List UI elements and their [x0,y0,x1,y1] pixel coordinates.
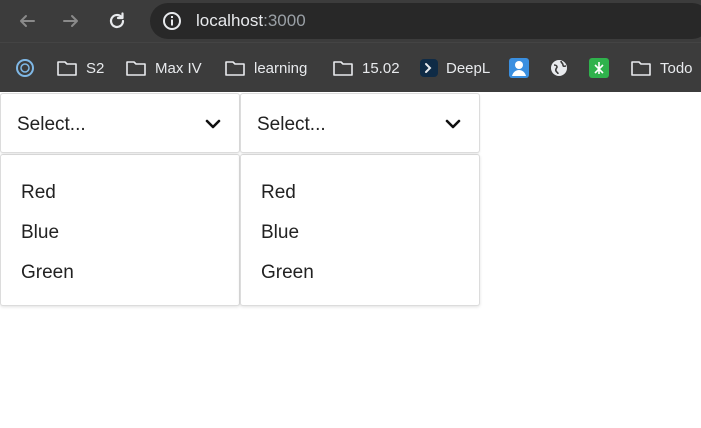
green-app-icon [588,57,610,79]
bookmark-todo[interactable]: Todo [630,56,693,80]
select-menu-2: Red Blue Green [240,154,480,306]
reload-icon [109,12,125,29]
folder-icon [56,57,78,79]
option-blue[interactable]: Blue [241,213,479,253]
reload-button[interactable] [104,8,130,34]
globe-icon [548,57,570,79]
select-control-1[interactable]: Select... [0,93,240,153]
bookmark-label: DeepL [446,59,491,77]
back-button[interactable] [14,8,40,34]
bookmark-s2[interactable]: S2 [56,56,104,80]
select-control-2[interactable]: Select... [240,93,480,153]
bookmark-max-iv[interactable]: Max IV [125,56,202,80]
url-port: :3000 [263,11,306,30]
browser-toolbar: localhost:3000 [0,0,701,42]
bookmark-label: learning [254,59,308,77]
option-red[interactable]: Red [241,173,479,213]
bookmark-label: S2 [86,59,105,77]
url-host: localhost [196,11,264,30]
deepl-icon [418,57,440,79]
chevron-down-icon[interactable] [205,116,221,132]
bookmark-green-app[interactable] [588,56,618,80]
option-green[interactable]: Green [1,253,239,293]
forward-arrow-icon [63,15,78,27]
folder-icon [630,57,652,79]
bookmark-globe[interactable] [548,56,578,80]
folder-icon [125,57,147,79]
select-container-1: Select... Red Blue Green [0,93,240,306]
chevron-down-icon[interactable] [445,116,461,132]
avatar-app-icon [508,57,530,79]
select-container-2: Select... Red Blue Green [240,93,480,306]
select-menu-1: Red Blue Green [0,154,240,306]
back-arrow-icon [20,15,35,27]
select-placeholder: Select... [257,114,326,135]
option-green[interactable]: Green [241,253,479,293]
info-icon[interactable] [162,11,182,31]
folder-icon [224,57,246,79]
option-red[interactable]: Red [1,173,239,213]
bookmarks-bar: S2 Max IV learning 15.02 DeepL Todo [0,42,701,92]
url-text: localhost:3000 [196,11,306,31]
bookmark-avatar-app[interactable] [508,56,538,80]
bookmark-circle-app[interactable] [14,56,44,80]
address-bar[interactable]: localhost:3000 [150,3,701,39]
bookmark-label: Max IV [155,59,202,77]
bookmark-label: Todo [660,59,693,77]
bookmark-15-02[interactable]: 15.02 [332,56,400,80]
option-blue[interactable]: Blue [1,213,239,253]
bookmark-label: 15.02 [362,59,400,77]
circle-app-icon [14,57,36,79]
forward-button[interactable] [58,8,84,34]
bookmark-deepl[interactable]: DeepL [418,56,490,80]
select-placeholder: Select... [17,114,86,135]
folder-icon [332,57,354,79]
bookmark-learning[interactable]: learning [224,56,307,80]
